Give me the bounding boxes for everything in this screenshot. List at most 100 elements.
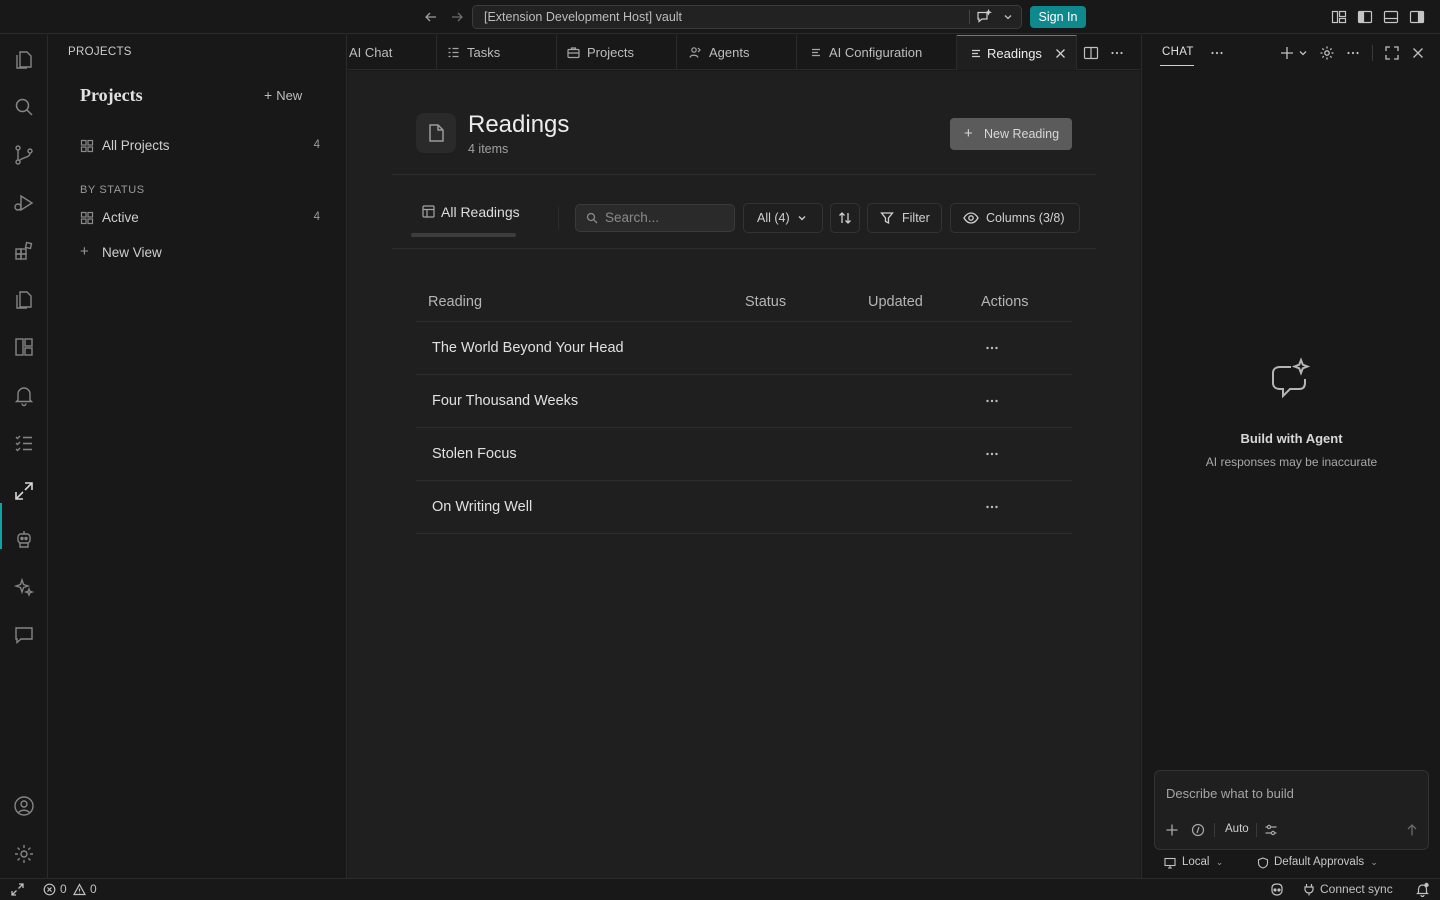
chat-bubble-icon[interactable]	[12, 623, 36, 647]
connect-sync-label: Connect sync	[1320, 882, 1393, 896]
item-count: 4 items	[468, 142, 509, 156]
extensions-icon[interactable]	[12, 239, 36, 263]
empty-state-subtitle: AI responses may be inaccurate	[1205, 455, 1378, 469]
remote-icon[interactable]	[10, 882, 25, 897]
columns-button[interactable]: Columns (3/8)	[950, 203, 1080, 233]
empty-state-title: Build with Agent	[1240, 431, 1343, 446]
chevron-down-icon[interactable]	[1298, 45, 1308, 61]
send-arrow-icon[interactable]	[1405, 823, 1419, 837]
forward-arrow-icon[interactable]	[449, 9, 465, 25]
table-row[interactable]: The World Beyond Your Head	[416, 322, 1072, 375]
customize-layout-icon[interactable]	[1331, 9, 1347, 25]
plus-icon: +	[80, 243, 89, 260]
approvals-selector[interactable]: Default Approvals ⌄	[1257, 856, 1378, 869]
all-filter-dropdown[interactable]: All (4)	[743, 203, 823, 233]
tab-ai-configuration[interactable]: AI Configuration	[797, 35, 957, 70]
add-context-icon[interactable]	[1165, 823, 1179, 837]
table-row[interactable]: Stolen Focus	[416, 428, 1072, 481]
toggle-primary-sidebar-icon[interactable]	[1357, 9, 1373, 25]
row-actions-icon[interactable]	[984, 340, 1000, 356]
toggle-panel-icon[interactable]	[1383, 9, 1399, 25]
new-chat-icon[interactable]	[1279, 45, 1295, 61]
new-reading-button[interactable]: + New Reading	[950, 118, 1072, 150]
bell-icon[interactable]	[1415, 882, 1430, 897]
new-project-button[interactable]: + New	[264, 87, 302, 103]
table-row[interactable]: On Writing Well	[416, 481, 1072, 534]
chevron-down-icon: ⌄	[1215, 857, 1224, 867]
search-icon[interactable]	[12, 95, 36, 119]
chat-input-placeholder: Describe what to build	[1166, 786, 1294, 801]
gear-icon[interactable]	[1319, 45, 1335, 61]
reading-title[interactable]: On Writing Well	[432, 499, 532, 515]
command-center-search[interactable]: [Extension Development Host] vault	[472, 5, 1022, 29]
robot-icon[interactable]	[12, 527, 36, 551]
chevron-down-icon[interactable]	[1002, 11, 1014, 23]
settings-icon[interactable]	[12, 842, 36, 866]
filter-button[interactable]: Filter	[867, 203, 942, 233]
column-header-updated[interactable]: Updated	[868, 294, 923, 310]
sign-in-button[interactable]: Sign In	[1030, 6, 1086, 28]
view-tab-scrollbar[interactable]	[411, 233, 516, 237]
view-tab-all-readings[interactable]: All Readings	[422, 204, 520, 220]
table-row[interactable]: Four Thousand Weeks	[416, 375, 1072, 428]
chat-input-box[interactable]: Describe what to build Auto	[1154, 770, 1429, 850]
maximize-icon[interactable]	[1384, 45, 1400, 61]
sparkles-icon[interactable]	[12, 575, 36, 599]
sidebar-item-active[interactable]: Active 4	[80, 207, 320, 229]
reading-title[interactable]: Stolen Focus	[432, 446, 517, 462]
remote-icon[interactable]	[12, 479, 36, 503]
column-header-status[interactable]: Status	[745, 294, 786, 310]
toggle-secondary-sidebar-icon[interactable]	[1409, 9, 1425, 25]
sidebar-item-count: 4	[313, 139, 320, 151]
search-input[interactable]: Search...	[575, 204, 735, 232]
sidebar-item-all-projects[interactable]: All Projects 4	[80, 135, 320, 157]
tab-readings[interactable]: Readings	[957, 35, 1077, 70]
more-actions-icon[interactable]	[1345, 45, 1361, 61]
error-count: 0	[60, 882, 67, 896]
location-selector[interactable]: Local ⌄	[1164, 856, 1224, 869]
mode-selector[interactable]: Auto	[1225, 823, 1249, 835]
sort-button[interactable]	[830, 203, 860, 233]
more-actions-icon[interactable]	[1209, 45, 1225, 61]
sidebar-title: PROJECTS	[68, 46, 132, 58]
back-arrow-icon[interactable]	[423, 9, 439, 25]
tab-label: Projects	[587, 45, 634, 60]
close-icon[interactable]	[1410, 45, 1426, 61]
projects-sidebar: PROJECTS Projects + New All Projects 4 BY…	[48, 35, 347, 878]
column-header-reading[interactable]: Reading	[428, 294, 482, 310]
tab-ai-chat[interactable]: AI Chat	[348, 35, 437, 70]
run-debug-icon[interactable]	[12, 191, 36, 215]
tools-icon[interactable]	[1191, 823, 1205, 837]
connect-sync-button[interactable]: Connect sync	[1303, 882, 1393, 896]
more-actions-icon[interactable]	[1109, 45, 1125, 61]
chat-sparkle-icon[interactable]	[976, 9, 992, 25]
account-icon[interactable]	[12, 794, 36, 818]
row-actions-icon[interactable]	[984, 446, 1000, 462]
split-editor-icon[interactable]	[1083, 45, 1099, 61]
tab-tasks[interactable]: Tasks	[437, 35, 557, 70]
copilot-icon[interactable]	[1269, 882, 1285, 897]
reading-title[interactable]: The World Beyond Your Head	[432, 340, 624, 356]
reading-title[interactable]: Four Thousand Weeks	[432, 393, 578, 409]
command-center-divider	[969, 10, 970, 24]
source-control-icon[interactable]	[12, 143, 36, 167]
tab-label: Readings	[987, 46, 1042, 61]
row-actions-icon[interactable]	[984, 499, 1000, 515]
toolbar-divider	[1372, 45, 1373, 61]
files-icon[interactable]	[12, 47, 36, 71]
close-icon[interactable]	[1054, 47, 1067, 60]
new-view-button[interactable]: + New View	[80, 242, 320, 264]
pages-icon[interactable]	[12, 287, 36, 311]
tab-agents[interactable]: Agents	[677, 35, 797, 70]
document-icon	[416, 113, 456, 153]
sliders-icon[interactable]	[1264, 823, 1278, 837]
row-actions-icon[interactable]	[984, 393, 1000, 409]
tab-projects[interactable]: Projects	[557, 35, 677, 70]
active-indicator	[0, 503, 2, 549]
dashboard-icon[interactable]	[12, 335, 36, 359]
checklist-icon[interactable]	[12, 431, 36, 455]
bell-icon[interactable]	[12, 383, 36, 407]
approvals-label: Default Approvals	[1274, 856, 1365, 868]
by-status-heading: BY STATUS	[80, 184, 145, 196]
chat-tab[interactable]: CHAT	[1162, 46, 1194, 58]
